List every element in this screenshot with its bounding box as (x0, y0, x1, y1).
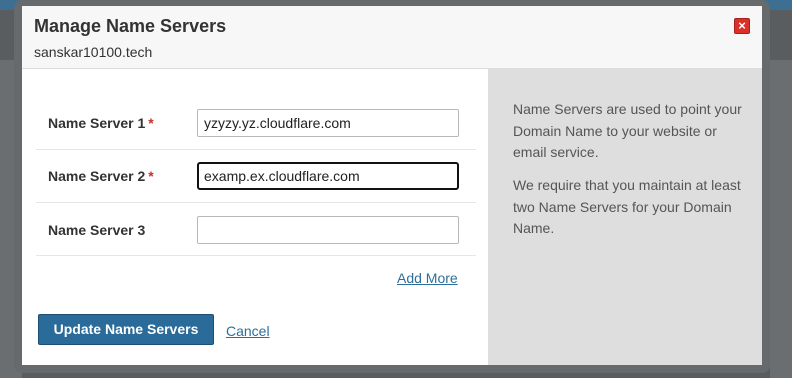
help-text-requirement: We require that you maintain at least tw… (513, 177, 741, 236)
help-panel: Name Servers are used to point your Doma… (488, 69, 762, 365)
name-server-3-label: Name Server 3 (48, 222, 145, 238)
domain-name: sanskar10100.tech (34, 44, 153, 60)
required-indicator: * (148, 168, 154, 184)
manage-name-servers-dialog: Manage Name Servers sanskar10100.tech × … (14, 0, 770, 373)
name-servers-form: Name Server 1* Name Server 2* Name Serve… (22, 69, 488, 365)
name-server-1-label: Name Server 1 * (48, 115, 154, 131)
update-name-servers-button[interactable]: Update Name Servers (38, 314, 214, 345)
background-right-panel (770, 60, 792, 378)
dialog-header: Manage Name Servers sanskar10100.tech × (22, 6, 762, 69)
name-server-1-label-text: Name Server 1 (48, 115, 146, 131)
name-server-2-label-text: Name Server 2 (48, 168, 146, 184)
required-indicator: * (148, 115, 154, 131)
add-more-link[interactable]: Add More (397, 270, 458, 286)
name-server-2-label: Name Server 2 * (48, 168, 154, 184)
name-server-2-input[interactable] (197, 162, 459, 190)
name-server-row-3: Name Server 3 (36, 203, 476, 256)
close-icon: × (738, 18, 746, 33)
name-server-row-2: Name Server 2 * (36, 150, 476, 203)
name-server-row-1: Name Server 1 * (36, 97, 476, 150)
dialog-title: Manage Name Servers (34, 16, 227, 36)
name-server-1-input[interactable] (197, 109, 459, 137)
help-text-purpose: Name Servers are used to point your Doma… (513, 101, 742, 160)
cancel-link[interactable]: Cancel (226, 323, 270, 339)
close-button[interactable]: × (734, 18, 750, 34)
name-server-3-input[interactable] (197, 216, 459, 244)
name-server-3-label-text: Name Server 3 (48, 222, 146, 238)
